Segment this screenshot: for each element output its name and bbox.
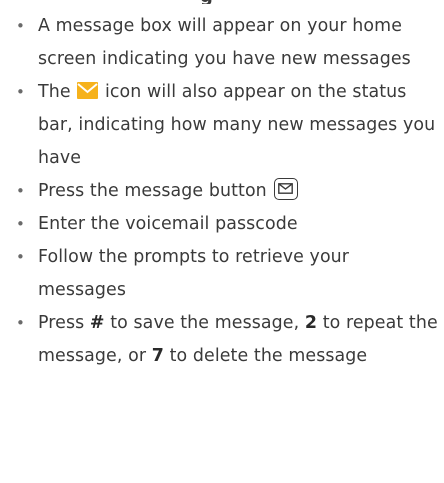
step-text-part: to save the message, [110, 313, 300, 333]
bullet-icon: • [16, 83, 25, 101]
list-item: • Follow the prompts to retrieve your me… [14, 241, 439, 307]
list-item: • Press # to save the message, 2 to repe… [14, 307, 439, 373]
bullet-icon: • [16, 314, 25, 332]
list-item: • Enter the voicemail passcode [14, 208, 439, 241]
list-item: • The icon will also appear on the statu… [14, 76, 439, 175]
step-text-part: to delete the message [169, 346, 368, 366]
step-text: A message box will appear on your home s… [38, 16, 411, 69]
envelope-icon [77, 82, 99, 99]
bullet-icon: • [16, 182, 25, 200]
key-two: 2 [304, 313, 318, 333]
bullet-icon: • [16, 17, 25, 35]
key-hash: # [89, 313, 105, 333]
key-seven: 7 [151, 346, 164, 366]
clipped-heading: g [0, 0, 444, 4]
message-button-icon [274, 178, 299, 200]
instruction-list: • A message box will appear on your home… [14, 10, 439, 373]
list-item: • A message box will appear on your home… [14, 10, 439, 76]
step-text: Enter the voicemail passcode [38, 214, 298, 234]
step-text-before: The [38, 82, 71, 102]
bullet-icon: • [16, 248, 25, 266]
bullet-icon: • [16, 215, 25, 233]
step-text-before: Press the message button [38, 181, 267, 201]
heading-fragment: g [200, 0, 213, 4]
list-item: • Press the message button [14, 175, 439, 208]
step-text: Follow the prompts to retrieve your mess… [38, 247, 350, 300]
step-text-part: Press [38, 313, 85, 333]
